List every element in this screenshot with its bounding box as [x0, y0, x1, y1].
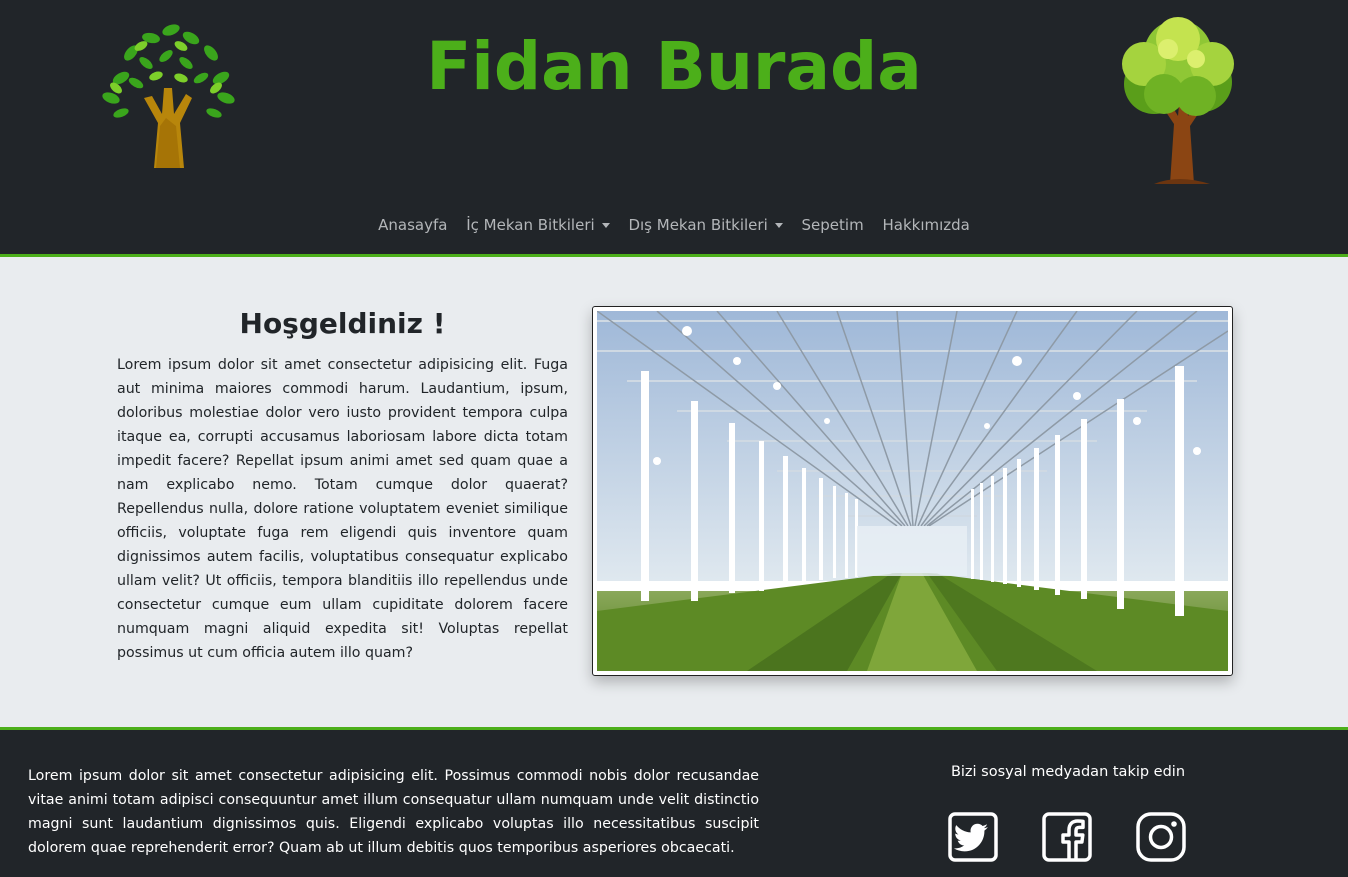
nav-item-label: Sepetim [801, 216, 864, 234]
facebook-icon[interactable] [1042, 812, 1092, 862]
caret-down-icon [774, 223, 783, 228]
main-nav: Anasayfa İç Mekan Bitkileri Dış Mekan Bi… [0, 216, 1348, 234]
main-content: Hoşgeldiniz ! Lorem ipsum dolor sit amet… [0, 257, 1348, 727]
nav-item-label: Dış Mekan Bitkileri [628, 216, 768, 234]
instagram-icon[interactable] [1136, 812, 1186, 862]
nav-item-label: İç Mekan Bitkileri [466, 216, 595, 234]
site-header: Fidan Burada Anasayfa İç Mekan Bitkileri… [0, 0, 1348, 257]
welcome-text: Lorem ipsum dolor sit amet consectetur a… [117, 357, 568, 661]
caret-down-icon [601, 223, 610, 228]
nav-item-sepetim[interactable]: Sepetim [802, 216, 864, 234]
nav-item-ic-mekan-bitkileri[interactable]: İç Mekan Bitkileri [466, 216, 610, 234]
footer-text: Lorem ipsum dolor sit amet consectetur a… [28, 768, 759, 856]
twitter-icon[interactable] [948, 812, 998, 862]
nav-item-dis-mekan-bitkileri[interactable]: Dış Mekan Bitkileri [628, 216, 783, 234]
greenhouse-photo [597, 311, 1228, 671]
nav-item-label: Anasayfa [378, 216, 448, 234]
site-footer: Lorem ipsum dolor sit amet consectetur a… [0, 727, 1348, 877]
welcome-heading: Hoşgeldiniz ! [239, 307, 446, 340]
social-title: Bizi sosyal medyadan takip edin [950, 764, 1186, 780]
nav-item-anasayfa[interactable]: Anasayfa [378, 216, 447, 234]
nav-item-label: Hakkımızda [882, 216, 970, 234]
nav-item-hakkimizda[interactable]: Hakkımızda [882, 216, 969, 234]
greenhouse-photo-frame [592, 306, 1233, 676]
tree-logo-right-icon [1122, 17, 1234, 184]
